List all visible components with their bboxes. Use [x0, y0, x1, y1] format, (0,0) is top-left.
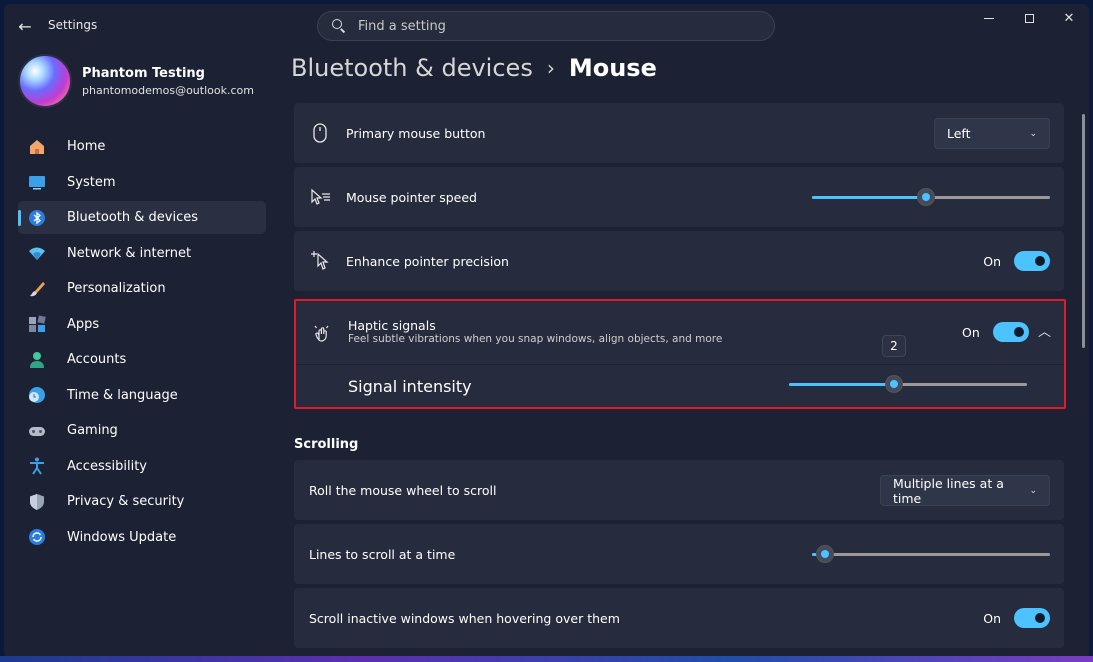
haptic-signals-toggle-group: On [962, 322, 1029, 342]
back-button[interactable]: ← [14, 16, 36, 36]
gaming-icon [28, 422, 46, 440]
time-language-icon [28, 386, 46, 404]
sidebar-item-accessibility[interactable]: Accessibility [18, 450, 266, 483]
sidebar-item-personalization[interactable]: Personalization [18, 272, 266, 305]
sidebar-item-home[interactable]: Home [18, 130, 266, 163]
maximize-icon [1024, 13, 1034, 23]
slider-value-tooltip: 2 [882, 335, 906, 357]
primary-mouse-button-value: Left [947, 126, 971, 141]
mouse-pointer-speed-card: Mouse pointer speed [294, 167, 1064, 227]
page-title: Mouse [568, 54, 657, 82]
search-input[interactable] [358, 18, 758, 34]
bluetooth-icon [28, 209, 46, 227]
app-title: Settings [48, 18, 98, 32]
breadcrumb-parent[interactable]: Bluetooth & devices [291, 54, 533, 82]
profile-email: phantomodemos@outlook.com [82, 83, 254, 97]
primary-mouse-button-dropdown[interactable]: Left ⌄ [934, 118, 1050, 149]
toggle-state-text: On [962, 324, 980, 340]
slider-thumb[interactable] [816, 545, 834, 563]
search-icon [332, 19, 346, 33]
back-arrow-icon: ← [18, 16, 32, 36]
close-button[interactable]: ✕ [1049, 4, 1089, 32]
roll-wheel-dropdown[interactable]: Multiple lines at a time ⌄ [880, 475, 1050, 506]
mouse-pointer-speed-label: Mouse pointer speed [346, 189, 477, 205]
breadcrumb: Bluetooth & devices › Mouse [291, 54, 657, 82]
sidebar-item-privacy-security[interactable]: Privacy & security [18, 485, 266, 518]
brush-icon [28, 280, 46, 298]
enhance-pointer-precision-label: Enhance pointer precision [346, 253, 509, 269]
shield-icon [28, 493, 46, 511]
settings-window: ← Settings ✕ Phantom Testing phantomodem… [4, 4, 1089, 658]
signal-intensity-slider[interactable] [789, 374, 1027, 394]
search-box[interactable] [317, 11, 775, 41]
slider-fill [812, 196, 926, 199]
chevron-down-icon: ⌄ [1029, 485, 1037, 496]
maximize-button[interactable] [1009, 4, 1049, 32]
primary-mouse-button-card: Primary mouse button Left ⌄ [294, 103, 1064, 163]
haptic-signals-description: Feel subtle vibrations when you snap win… [348, 333, 723, 345]
profile-name: Phantom Testing [82, 65, 205, 81]
sidebar-item-gaming[interactable]: Gaming [18, 414, 266, 447]
sidebar-item-time-language[interactable]: Time & language [18, 379, 266, 412]
sidebar-item-system[interactable]: System [18, 166, 266, 199]
chevron-down-icon: ⌄ [1029, 128, 1037, 139]
slider-thumb[interactable] [917, 188, 935, 206]
sidebar-nav: Home System Bluetooth & devices Network … [18, 130, 266, 556]
enhance-pointer-precision-toggle[interactable] [1014, 251, 1050, 271]
accounts-icon [28, 351, 46, 369]
mouse-pointer-speed-slider[interactable] [812, 187, 1050, 207]
sidebar-item-windows-update[interactable]: Windows Update [18, 521, 266, 554]
minimize-button[interactable] [969, 4, 1009, 32]
scroll-inactive-windows-toggle[interactable] [1014, 608, 1050, 628]
pointer-speed-icon [308, 185, 332, 209]
chevron-up-icon[interactable]: ︿ [1038, 321, 1051, 340]
apps-icon [28, 315, 46, 333]
haptic-signals-toggle[interactable] [992, 322, 1029, 342]
primary-mouse-button-label: Primary mouse button [346, 125, 486, 141]
scroll-inactive-windows-card: Scroll inactive windows when hovering ov… [294, 588, 1064, 648]
sidebar-item-accounts[interactable]: Accounts [18, 343, 266, 376]
slider-track [812, 553, 1050, 556]
system-icon [28, 173, 46, 191]
user-profile[interactable]: Phantom Testing phantomodemos@outlook.co… [18, 54, 254, 108]
avatar [18, 54, 72, 108]
haptic-signals-label: Haptic signals [348, 318, 436, 333]
scroll-inactive-windows-label: Scroll inactive windows when hovering ov… [309, 610, 620, 626]
slider-thumb[interactable] [885, 375, 903, 393]
accessibility-icon [28, 457, 46, 475]
breadcrumb-separator: › [546, 56, 555, 80]
sidebar-item-network-internet[interactable]: Network & internet [18, 237, 266, 270]
toggle-state-text: On [983, 253, 1001, 269]
haptic-signals-section: Haptic signals Feel subtle vibrations wh… [294, 299, 1066, 409]
windows-update-icon [28, 528, 46, 546]
window-controls: ✕ [969, 4, 1089, 34]
sidebar-item-bluetooth-devices[interactable]: Bluetooth & devices [18, 201, 266, 234]
toggle-state-text: On [983, 610, 1001, 626]
title-bar: ← Settings ✕ [4, 4, 1089, 48]
mouse-icon [308, 121, 332, 145]
desktop-background [0, 656, 1093, 662]
scrollbar[interactable] [1082, 114, 1085, 348]
minimize-icon [984, 17, 994, 19]
lines-to-scroll-card: Lines to scroll at a time [294, 524, 1064, 584]
scroll-inactive-toggle-group: On [983, 608, 1050, 628]
close-icon: ✕ [1063, 10, 1075, 26]
sidebar-item-apps[interactable]: Apps [18, 308, 266, 341]
enhance-pointer-precision-card: Enhance pointer precision On [294, 231, 1064, 291]
home-icon [28, 138, 46, 156]
lines-to-scroll-label: Lines to scroll at a time [309, 546, 456, 562]
roll-wheel-label: Roll the mouse wheel to scroll [309, 482, 497, 498]
roll-wheel-value: Multiple lines at a time [893, 475, 1004, 506]
haptic-hand-icon [310, 321, 334, 345]
signal-intensity-label: Signal intensity [348, 377, 472, 396]
wifi-icon [28, 244, 46, 262]
divider [296, 364, 1064, 365]
roll-wheel-card: Roll the mouse wheel to scroll Multiple … [294, 460, 1064, 520]
pointer-precision-icon [308, 249, 332, 273]
enhance-pointer-precision-toggle-group: On [983, 251, 1050, 271]
scrolling-section-title: Scrolling [294, 437, 359, 452]
slider-fill [789, 383, 894, 386]
lines-to-scroll-slider[interactable] [812, 544, 1050, 564]
